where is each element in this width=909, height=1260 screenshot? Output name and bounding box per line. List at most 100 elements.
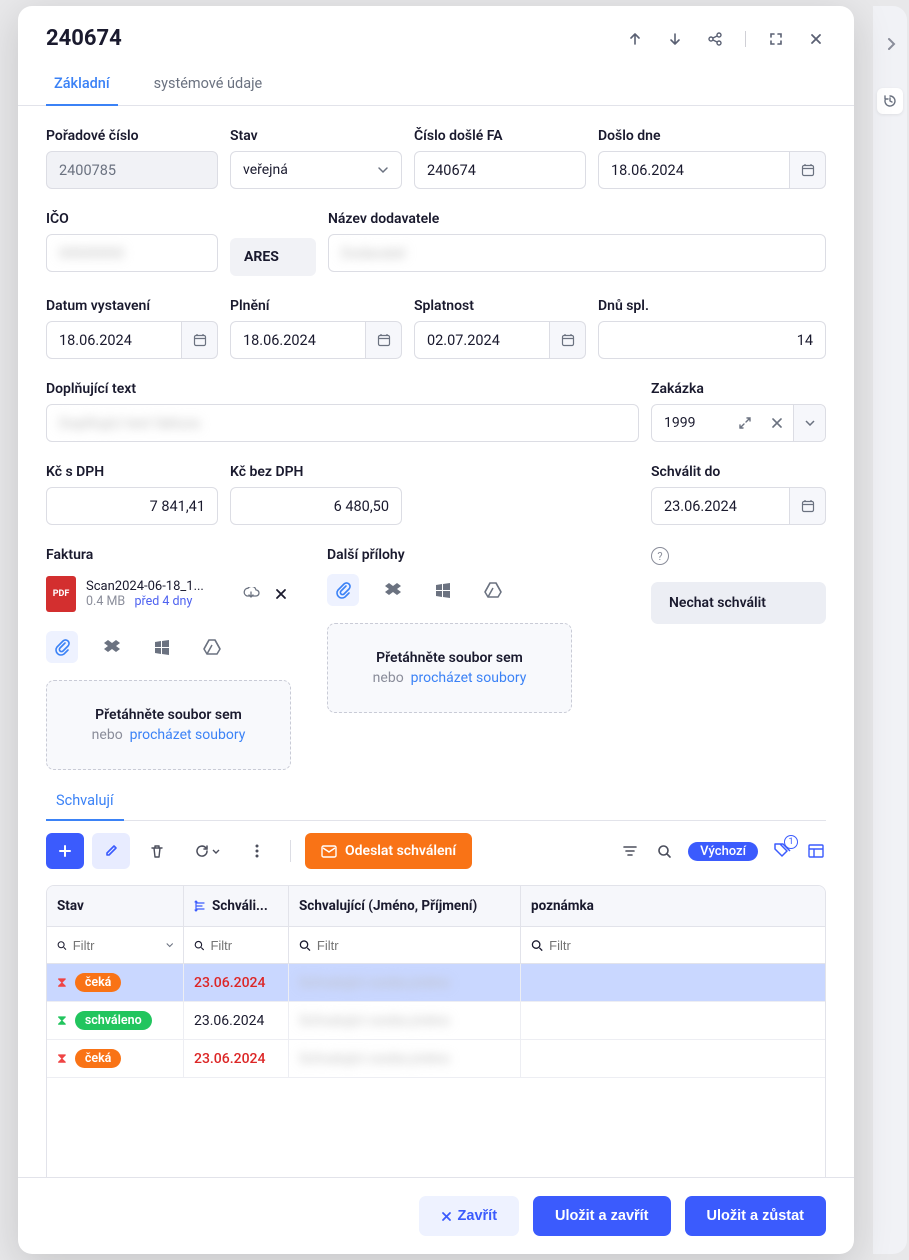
approvers-table: Stav Schváli... Schvalující (Jméno, Příj…: [46, 885, 826, 1177]
col-state[interactable]: Stav: [47, 886, 184, 926]
remove-file-icon[interactable]: [271, 584, 291, 604]
invoice-drop-zone[interactable]: Přetáhněte soubor sem nebo procházet sou…: [46, 680, 291, 770]
modal-title: 240674: [46, 26, 122, 51]
attach-clip-icon[interactable]: [327, 574, 359, 606]
calendar-icon[interactable]: [790, 487, 826, 525]
calendar-icon[interactable]: [366, 321, 402, 359]
attach-drop-zone[interactable]: Přetáhněte soubor sem nebo procházet sou…: [327, 623, 572, 713]
input-supplier[interactable]: Dodavatel: [328, 234, 826, 272]
label-approve-by: Schválit do: [651, 464, 826, 480]
chevron-down-icon: [377, 166, 389, 174]
label-invoice-no: Číslo došlé FA: [414, 128, 586, 144]
label-days-due: Dnů spl.: [598, 298, 826, 314]
filter-state[interactable]: [47, 927, 184, 963]
calendar-icon[interactable]: [790, 151, 826, 189]
input-note[interactable]: Doplňující text faktura: [46, 404, 639, 442]
side-strip: [873, 6, 907, 1254]
input-order[interactable]: 1999: [651, 404, 826, 442]
delete-button[interactable]: [138, 833, 176, 869]
windows-icon[interactable]: [427, 574, 459, 606]
help-icon[interactable]: ?: [651, 547, 669, 565]
label-supplier: Název dodavatele: [328, 211, 826, 227]
label-due: Splatnost: [414, 298, 586, 314]
status-pill: čeká: [75, 1049, 122, 1068]
label-no-vat: Kč bez DPH: [230, 464, 402, 480]
calendar-icon[interactable]: [182, 321, 218, 359]
close-button-label: Zavřít: [458, 1208, 498, 1224]
save-stay-button[interactable]: Uložit a zůstat: [685, 1196, 826, 1236]
filter-date[interactable]: [184, 927, 289, 963]
filter-approver[interactable]: [289, 927, 521, 963]
clear-order-icon[interactable]: [761, 405, 793, 441]
gdrive-icon[interactable]: [477, 574, 509, 606]
save-close-button[interactable]: Uložit a zavřít: [533, 1196, 670, 1236]
input-invoice-no[interactable]: 240674: [414, 151, 586, 189]
file-ago: před 4 dny: [134, 594, 192, 609]
label-fulfillment: Plnění: [230, 298, 402, 314]
arrow-up-icon[interactable]: [625, 29, 645, 49]
table-row[interactable]: ⧗schváleno23.06.2024Schvalující osoba jm…: [47, 1002, 825, 1040]
col-note[interactable]: poznámka: [521, 886, 825, 926]
calendar-icon[interactable]: [550, 321, 586, 359]
ares-button[interactable]: ARES: [230, 238, 316, 276]
arrow-down-icon[interactable]: [665, 29, 685, 49]
input-ico[interactable]: 00000000: [46, 234, 218, 272]
input-received[interactable]: 18.06.2024: [598, 151, 790, 189]
tab-approvers[interactable]: Schvalují: [46, 792, 124, 821]
send-approval-button[interactable]: Odeslat schválení: [305, 833, 472, 869]
table-row[interactable]: ⧗čeká23.06.2024Schvalující osoba jméno: [47, 964, 825, 1002]
cell-approver: Schvalující osoba jméno: [289, 1002, 521, 1039]
dropbox-icon[interactable]: [377, 574, 409, 606]
input-issued[interactable]: 18.06.2024: [46, 321, 182, 359]
input-no-vat[interactable]: 6 480,50: [230, 487, 402, 525]
drop-or: nebo: [92, 727, 123, 743]
pdf-icon: PDF: [46, 576, 76, 612]
invoice-section-label: Faktura: [46, 547, 291, 563]
filter-icon[interactable]: [620, 841, 640, 861]
input-due[interactable]: 02.07.2024: [414, 321, 550, 359]
refresh-button[interactable]: [184, 833, 230, 869]
col-approver[interactable]: Schvalující (Jméno, Příjmení): [289, 886, 521, 926]
chevron-right-icon[interactable]: [881, 34, 901, 54]
edit-button[interactable]: [92, 833, 130, 869]
input-with-vat[interactable]: 7 841,41: [46, 487, 218, 525]
drop-browse-link[interactable]: procházet soubory: [130, 727, 246, 743]
label-note: Doplňující text: [46, 381, 639, 397]
history-icon[interactable]: [877, 88, 903, 114]
input-seq: 2400785: [46, 151, 218, 189]
select-state[interactable]: veřejná: [230, 151, 402, 189]
search-icon[interactable]: [654, 841, 674, 861]
modal: 240674 Základní systémové údaje Pořadové…: [18, 6, 854, 1254]
more-button[interactable]: [238, 833, 276, 869]
tab-basic[interactable]: Základní: [46, 75, 118, 106]
expand-icon[interactable]: [766, 29, 786, 49]
hourglass-icon: ⧗: [57, 975, 67, 991]
windows-icon[interactable]: [146, 631, 178, 663]
input-fulfillment[interactable]: 18.06.2024: [230, 321, 366, 359]
col-approve-by[interactable]: Schváli...: [184, 886, 289, 926]
tab-system[interactable]: systémové údaje: [146, 75, 271, 106]
tags-button[interactable]: 1: [772, 841, 792, 861]
cell-note: [521, 1002, 825, 1039]
dropbox-icon[interactable]: [96, 631, 128, 663]
input-days-due[interactable]: 14: [598, 321, 826, 359]
dropdown-order-icon[interactable]: [793, 405, 825, 441]
table-row[interactable]: ⧗čeká23.06.2024Schvalující osoba jméno: [47, 1040, 825, 1078]
drop-browse-link[interactable]: procházet soubory: [411, 670, 527, 686]
close-button[interactable]: Zavřít: [419, 1196, 520, 1236]
filter-note[interactable]: [521, 927, 825, 963]
view-badge[interactable]: Výchozí: [688, 842, 758, 861]
gdrive-icon[interactable]: [196, 631, 228, 663]
drop-or: nebo: [373, 670, 404, 686]
separator: [745, 31, 746, 47]
share-icon[interactable]: [705, 29, 725, 49]
download-icon[interactable]: [241, 584, 261, 604]
layout-icon[interactable]: [806, 841, 826, 861]
attach-clip-icon[interactable]: [46, 631, 78, 663]
expand-order-icon[interactable]: [729, 405, 761, 441]
add-button[interactable]: [46, 833, 84, 869]
approve-button[interactable]: Nechat schválit: [651, 582, 826, 624]
input-approve-by[interactable]: 23.06.2024: [651, 487, 790, 525]
close-icon[interactable]: [806, 29, 826, 49]
form-area: Pořadové číslo 2400785 Stav veřejná Čísl…: [18, 106, 854, 1177]
